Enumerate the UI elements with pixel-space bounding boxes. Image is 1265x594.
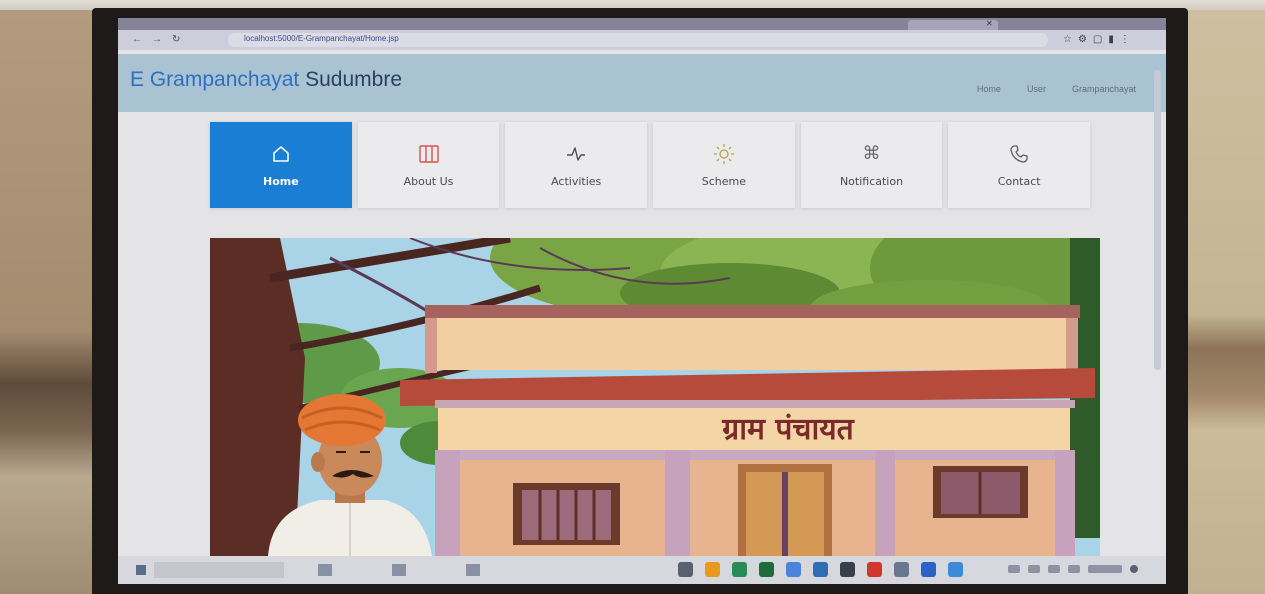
activity-icon [565,143,587,165]
app-icon[interactable] [840,562,855,577]
wall-right [1182,10,1265,594]
browser-nav-icons[interactable]: ←→↻ [132,34,190,45]
browser-tab[interactable] [908,20,998,30]
top-nav-home[interactable]: Home [977,84,1001,94]
menu-notification-label: Notification [839,174,904,188]
home-icon [271,143,291,165]
taskbar-running-apps [318,564,480,576]
sun-icon [713,143,735,165]
running-app-icon[interactable] [318,564,332,576]
windows-taskbar [118,556,1166,584]
wall-left [0,10,96,594]
command-icon: ⌘ [862,143,881,164]
top-nav-grampanchayat[interactable]: Grampanchayat [1072,84,1136,94]
banner-illustration: ग्राम पंचायत [200,198,1130,556]
close-tab-icon[interactable]: ✕ [986,19,993,28]
window-right [933,466,1028,518]
explorer-icon[interactable] [732,562,747,577]
settings-icon[interactable] [894,562,909,577]
running-app-icon[interactable] [392,564,406,576]
taskbar-pinned-apps [678,562,963,577]
notification-center-icon[interactable] [1130,565,1138,573]
menu-scheme-label: Scheme [701,174,746,188]
menu-notification[interactable]: ⌘ Notification [800,122,943,208]
page-scrollbar[interactable] [1154,70,1161,370]
site-title[interactable]: E Grampanchayat Sudumbre [130,68,402,92]
phone-icon [1009,143,1029,165]
url-text: localhost:5000/E-Grampanchayat/Home.jsp [244,34,399,43]
word-icon[interactable] [921,562,936,577]
site-title-suffix: Sudumbre [305,68,402,91]
top-nav-user[interactable]: User [1027,84,1046,94]
menu-activities[interactable]: Activities [505,122,648,208]
menu-home-label: Home [262,174,299,188]
vscode-icon[interactable] [813,562,828,577]
browser-tab-strip: ✕ [118,18,1166,30]
site-header: E Grampanchayat Sudumbre Home User Gramp… [118,54,1166,112]
panchayat-sign: ग्राम पंचायत [721,412,855,447]
main-menu: Home About Us Activities Scheme ⌘ Notifi… [210,122,1091,208]
window-left [513,483,620,545]
start-icon[interactable] [136,565,146,575]
browser-toolbar: ←→↻ localhost:5000/E-Grampanchayat/Home.… [118,30,1166,50]
menu-contact-label: Contact [997,174,1041,188]
excel-icon[interactable] [759,562,774,577]
site-title-prefix: E Grampanchayat [130,68,300,91]
address-bar[interactable]: localhost:5000/E-Grampanchayat/Home.jsp [228,33,1048,47]
tray-icon[interactable] [1068,565,1080,573]
book-icon [418,143,440,165]
taskview-icon[interactable] [678,562,693,577]
menu-contact[interactable]: Contact [948,122,1091,208]
edge-icon[interactable] [705,562,720,577]
tray-icon[interactable] [1008,565,1020,573]
door [738,464,832,556]
chrome-icon[interactable] [786,562,801,577]
running-app-icon[interactable] [466,564,480,576]
menu-activities-label: Activities [551,174,602,188]
menu-about-us[interactable]: About Us [357,122,500,208]
menu-scheme[interactable]: Scheme [653,122,795,208]
panchayat-building: ग्राम पंचायत [400,305,1095,556]
store-icon[interactable] [948,562,963,577]
system-tray [1008,565,1138,573]
tray-clock[interactable] [1088,565,1122,573]
tray-icon[interactable] [1028,565,1040,573]
menu-about-us-label: About Us [403,174,454,188]
pdf-icon[interactable] [867,562,882,577]
top-nav: Home User Grampanchayat [977,84,1136,94]
taskbar-search[interactable] [154,562,284,578]
hero-banner: ग्राम पंचायत [200,198,1130,556]
browser-menu-icons[interactable]: ☆⚙▢▮⋮ [1063,34,1136,45]
menu-home[interactable]: Home [210,122,352,208]
monitor-screen: ✕ ←→↻ localhost:5000/E-Grampanchayat/Hom… [118,18,1166,584]
tray-icon[interactable] [1048,565,1060,573]
